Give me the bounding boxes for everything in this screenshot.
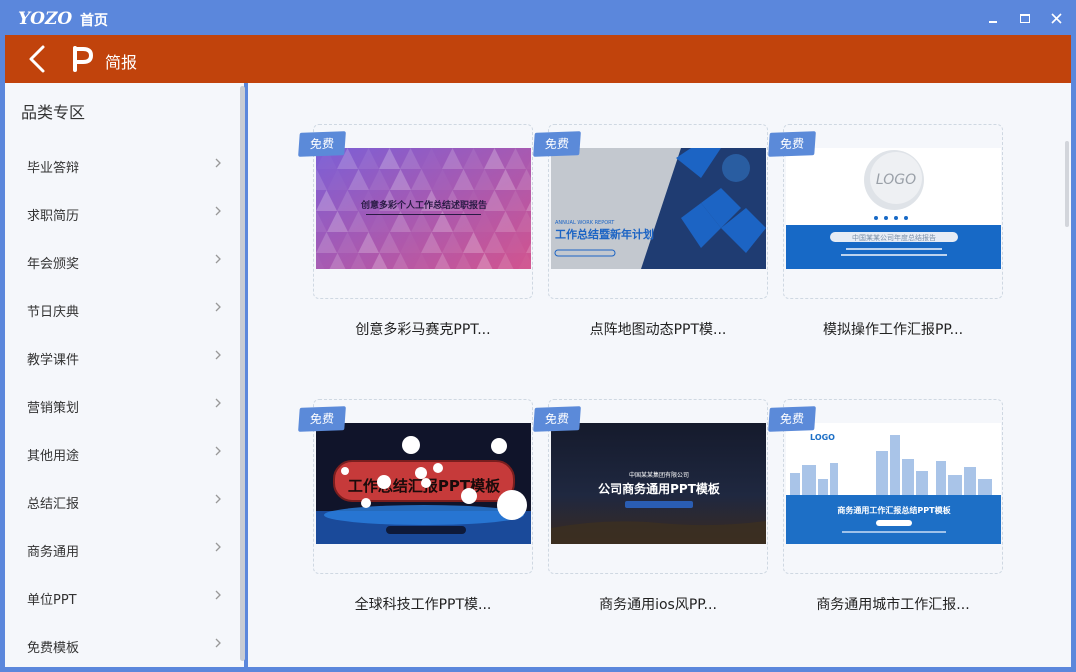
maximize-button[interactable] [1012,6,1038,30]
thumbnail-artwork: 工作总结汇报PPT模板 [316,423,531,544]
sidebar-item[interactable]: 其他用途 [5,429,237,477]
title-bar: YOZO 首页 [0,0,1076,35]
template-caption[interactable]: 商务通用ios风PP... [548,594,768,614]
sidebar-item[interactable]: 商务通用 [5,525,237,573]
chevron-right-icon [215,350,221,360]
sidebar-item-label: 其他用途 [27,449,80,464]
sidebar-item[interactable]: 总结汇报 [5,477,237,525]
free-badge: 免费 [298,131,346,157]
minimize-icon [989,21,997,23]
thumb-logo: LOGO [810,433,835,442]
sidebar-item-label: 年会颁奖 [27,257,80,272]
free-badge: 免费 [298,406,346,432]
sidebar-item[interactable]: 年会颁奖 [5,237,237,285]
template-thumbnail[interactable]: 中国某某集团有限公司公司商务通用PPT模板 [551,423,766,544]
template-caption[interactable]: 创意多彩马赛克PPT... [313,319,533,339]
app-window: YOZO 首页 简报 品类专区 毕业答辩求职简历年会颁奖节日庆典教学课件营销策划… [0,0,1076,672]
chevron-right-icon [215,398,221,408]
thumbnail-artwork: 中国某某集团有限公司公司商务通用PPT模板 [551,423,766,544]
template-thumbnail[interactable]: 创意多彩个人工作总结述职报告 [316,148,531,269]
sidebar-item-label: 教学课件 [27,353,80,368]
thumbnail-artwork: ANNUAL WORK REPORT工作总结暨新年计划 [551,148,766,269]
thumb-title: 商务通用工作汇报总结PPT模板 [837,505,951,515]
template-grid: 免费 创意多彩个人工作总结述职报告 创意多彩马赛克PPT... 免费 ANNUAL WO… [248,83,1071,667]
presentation-icon [73,46,93,72]
category-sidebar: 品类专区 毕业答辩求职简历年会颁奖节日庆典教学课件营销策划其他用途总结汇报商务通… [5,83,245,669]
sidebar-item-label: 商务通用 [27,545,80,560]
minimize-button[interactable] [980,6,1006,30]
free-badge: 免费 [768,131,816,157]
template-caption[interactable]: 点阵地图动态PPT模... [548,319,768,339]
thumb-sub: 中国某某集团有限公司 [629,471,689,479]
main-scrollbar[interactable] [1065,141,1069,227]
template-card[interactable]: 免费中国某某集团有限公司公司商务通用PPT模板商务通用ios风PP... [533,399,768,613]
template-thumbnail[interactable]: LOGO 商务通用工作汇报总结PPT模板 [786,423,1001,544]
sidebar-item-label: 求职简历 [27,209,80,224]
thumb-sub: ANNUAL WORK REPORT [555,220,615,226]
sidebar-item-label: 营销策划 [27,401,80,416]
page-title: 简报 [105,53,138,72]
sidebar-heading: 品类专区 [21,103,86,122]
thumb-title: 公司商务通用PPT模板 [598,481,721,496]
thumbnail-artwork: LOGO 中国某某公司年度总结报告 [786,148,1001,269]
sidebar-item[interactable]: 教学课件 [5,333,237,381]
chevron-right-icon [215,542,221,552]
close-icon [1050,12,1062,24]
sidebar-item[interactable]: 求职简历 [5,189,237,237]
sidebar-item-label: 免费模板 [27,641,80,656]
template-card[interactable]: 免费创意多彩个人工作总结述职报告创意多彩马赛克PPT... [298,124,533,338]
sidebar-item-label: 节日庆典 [27,305,80,320]
sidebar-item-label: 单位PPT [27,593,77,608]
sidebar-item-label: 毕业答辩 [27,161,80,176]
sidebar-item[interactable]: 免费模板 [5,621,237,669]
chevron-right-icon [215,158,221,168]
window-title: 首页 [80,13,108,29]
thumbnail-artwork: 创意多彩个人工作总结述职报告 [316,148,531,269]
thumb-title: 创意多彩个人工作总结述职报告 [360,199,487,211]
sidebar-item[interactable]: 单位PPT [5,573,237,621]
close-button[interactable] [1043,6,1069,30]
template-card[interactable]: 免费 LOGO 商务通用工作汇报总结PPT模板商务通用城市工作汇报... [768,399,1003,613]
sidebar-item-label: 总结汇报 [27,497,80,512]
back-arrow-icon [29,45,45,73]
chevron-right-icon [215,446,221,456]
back-button[interactable] [23,43,53,75]
chevron-right-icon [215,494,221,504]
template-card[interactable]: 免费 ANNUAL WORK REPORT 工作总结暨新年计划 点阵地图动态PPT模.… [533,124,768,338]
sidebar-item[interactable]: 营销策划 [5,381,237,429]
template-card[interactable]: 免费 LOGO 中国某某公司年度总结报告模拟操作工作汇报PP... [768,124,1003,338]
sidebar-item[interactable]: 节日庆典 [5,285,237,333]
template-caption[interactable]: 全球科技工作PPT模... [313,594,533,614]
template-thumbnail[interactable]: 工作总结汇报PPT模板 [316,423,531,544]
chevron-right-icon [215,254,221,264]
chevron-right-icon [215,590,221,600]
thumb-logo: LOGO [876,172,916,188]
sidebar-item[interactable]: 毕业答辩 [5,141,237,189]
app-logo: YOZO [18,9,73,29]
template-thumbnail[interactable]: LOGO 中国某某公司年度总结报告 [786,148,1001,269]
thumb-title: 工作总结暨新年计划 [555,227,654,241]
template-caption[interactable]: 模拟操作工作汇报PP... [783,319,1003,339]
template-card[interactable]: 免费工作总结汇报PPT模板全球科技工作PPT模... [298,399,533,613]
free-badge: 免费 [768,406,816,432]
thumbnail-artwork: LOGO 商务通用工作汇报总结PPT模板 [786,423,1001,544]
free-badge: 免费 [533,131,581,157]
maximize-icon [1020,13,1030,23]
category-header: 简报 [5,35,1071,83]
thumb-title: 中国某某公司年度总结报告 [852,233,936,242]
free-badge: 免费 [533,406,581,432]
template-thumbnail[interactable]: ANNUAL WORK REPORT 工作总结暨新年计划 [551,148,766,269]
chevron-right-icon [215,638,221,648]
chevron-right-icon [215,206,221,216]
template-caption[interactable]: 商务通用城市工作汇报... [783,594,1003,614]
chevron-right-icon [215,302,221,312]
sidebar-scrollbar[interactable] [240,86,245,661]
